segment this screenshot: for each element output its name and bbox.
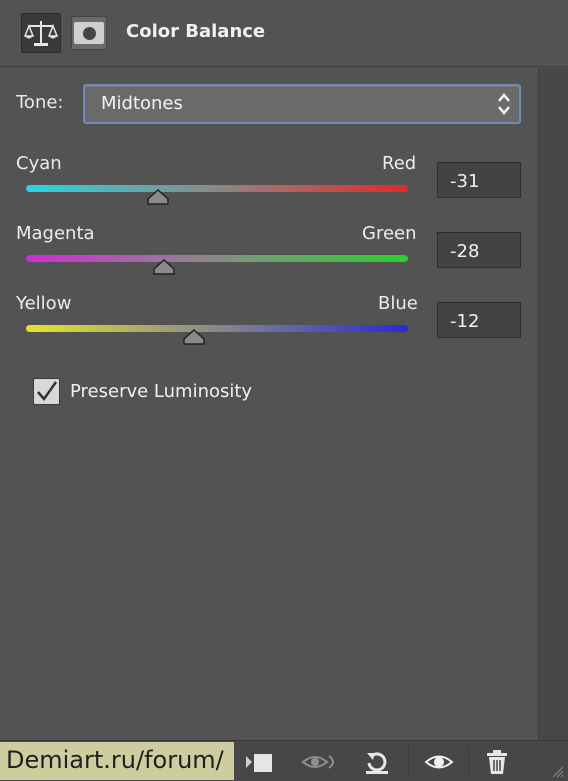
watermark: Demiart.ru/forum/ — [0, 742, 234, 780]
red-label: Red — [382, 153, 417, 174]
preserve-luminosity-checkbox[interactable] — [33, 378, 60, 405]
cyan-red-slider-thumb[interactable] — [147, 189, 169, 205]
tone-select[interactable]: Midtones — [83, 84, 521, 124]
magenta-green-slider-track[interactable] — [26, 255, 408, 262]
view-previous-icon — [301, 755, 334, 769]
green-label: Green — [362, 223, 417, 244]
adjustment-icon-button[interactable] — [21, 13, 61, 53]
footer-divider — [468, 746, 469, 776]
mask-dot — [82, 26, 96, 40]
checkmark-icon — [37, 381, 58, 402]
balance-scale-icon — [24, 21, 58, 46]
cyan-label: Cyan — [16, 153, 62, 174]
yellow-blue-value-input[interactable]: -12 — [437, 302, 521, 338]
yellow-blue-slider-thumb[interactable] — [183, 329, 205, 345]
cyan-red-value-input[interactable]: -31 — [437, 162, 521, 198]
yellow-blue-slider-track[interactable] — [26, 325, 408, 332]
preserve-luminosity-label: Preserve Luminosity — [70, 381, 253, 402]
trash-icon — [487, 750, 507, 774]
reset-button[interactable] — [362, 748, 392, 776]
magenta-green-slider-thumb[interactable] — [152, 259, 175, 275]
delete-button[interactable] — [482, 748, 512, 776]
magenta-label: Magenta — [16, 223, 95, 244]
clip-to-layer-icon — [246, 754, 272, 772]
mask-icon — [74, 22, 104, 44]
properties-header: Color Balance — [0, 0, 568, 67]
yellow-label: Yellow — [16, 293, 72, 314]
clip-to-layer-button[interactable] — [244, 748, 274, 776]
resize-grip-icon[interactable] — [552, 766, 564, 778]
blue-label: Blue — [378, 293, 418, 314]
panel-title: Color Balance — [126, 21, 266, 42]
view-previous-button[interactable] — [300, 748, 340, 776]
tone-label: Tone: — [16, 92, 64, 113]
footer-divider — [408, 746, 409, 776]
cyan-red-slider-track[interactable] — [26, 185, 408, 192]
magenta-green-value-input[interactable]: -28 — [437, 232, 521, 268]
visibility-eye-icon — [424, 755, 454, 769]
tone-selected-value: Midtones — [101, 93, 183, 114]
layer-mask-button[interactable] — [71, 16, 107, 50]
scrollbar[interactable] — [538, 68, 568, 740]
chevron-updown-icon — [498, 93, 510, 115]
reset-icon — [366, 752, 388, 774]
visibility-button[interactable] — [424, 748, 454, 776]
